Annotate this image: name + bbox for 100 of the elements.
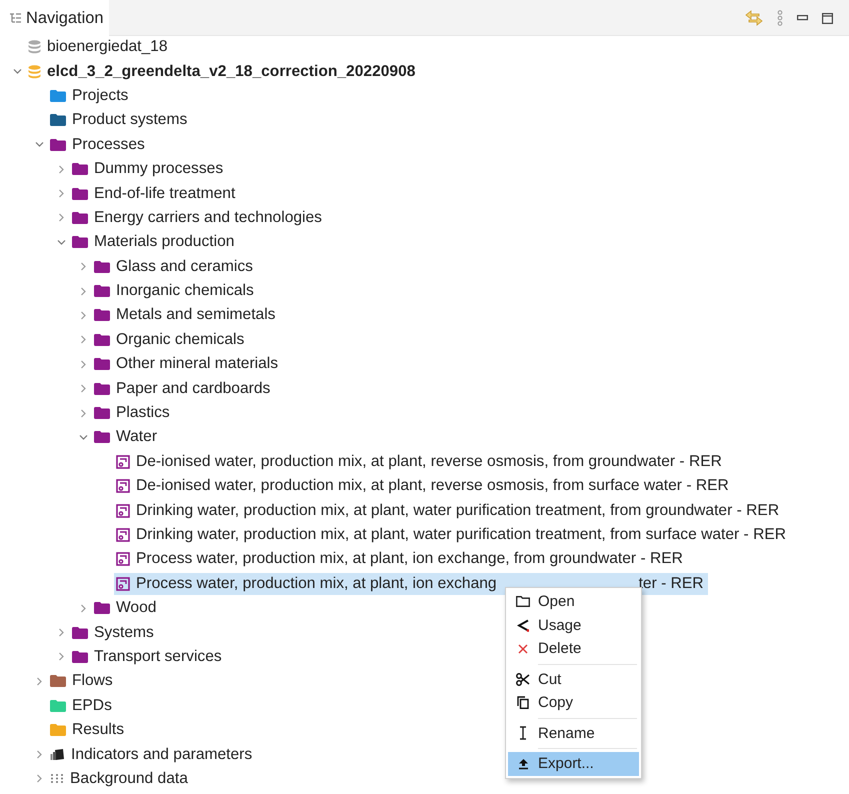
minimize-icon[interactable] xyxy=(797,15,808,21)
tree-item[interactable]: De-ionised water, production mix, at plant, reverse osmosis, from groundwater - RER xyxy=(114,450,726,473)
item-label: Paper and cardboards xyxy=(116,380,270,398)
collapsed-chevron-icon[interactable] xyxy=(78,604,88,613)
tree-item[interactable]: Processes xyxy=(48,134,149,156)
tree-item[interactable]: bioenergiedat_18 xyxy=(26,36,172,58)
menu-item[interactable]: Rename xyxy=(508,722,639,745)
folder-outline-icon xyxy=(516,596,530,608)
item-label: De-ionised water, production mix, at plant, reverse osmosis, from surface water - RER xyxy=(136,477,729,496)
menu-item[interactable]: Copy xyxy=(508,691,639,714)
tree-item[interactable]: Water xyxy=(92,426,162,448)
tree-item[interactable]: Energy carriers and technologies xyxy=(70,206,326,229)
expanded-chevron-icon[interactable] xyxy=(78,432,88,442)
tree-item[interactable]: Plastics xyxy=(92,402,174,424)
collapsed-chevron-icon[interactable] xyxy=(78,408,88,418)
item-label: Organic chemicals xyxy=(116,330,244,349)
item-label: Water xyxy=(116,428,158,446)
tree-item[interactable]: Background data xyxy=(48,768,192,790)
close-x-icon xyxy=(518,644,528,654)
tree-item[interactable]: Results xyxy=(48,719,128,742)
collapsed-chevron-icon[interactable] xyxy=(78,384,88,394)
item-label: bioenergiedat_18 xyxy=(47,38,168,56)
tree-item[interactable]: Glass and ceramics xyxy=(92,256,257,278)
tree-item[interactable]: Process water, production mix, at plant, ion exchang ter - RER xyxy=(114,572,708,595)
item-label: Metals and semimetals xyxy=(116,306,276,324)
collapsed-chevron-icon[interactable] xyxy=(56,628,66,638)
item-label: Flows xyxy=(72,672,113,690)
tree-icon xyxy=(10,13,21,23)
sync-arrows-icon[interactable] xyxy=(745,10,763,26)
menu-item[interactable]: Usage xyxy=(508,614,639,637)
collapsed-chevron-icon[interactable] xyxy=(78,310,88,320)
item-label: End-of-life treatment xyxy=(94,184,236,203)
tree-item[interactable]: Flows xyxy=(48,670,117,692)
item-label: Drinking water, production mix, at plant, water purification treatment, from groundwater - RER xyxy=(136,502,780,520)
tree-item[interactable]: Metals and semimetals xyxy=(92,304,280,326)
tree-item[interactable]: Systems xyxy=(70,622,158,644)
process-gear-icon xyxy=(116,504,130,518)
tree-item[interactable]: Process water, production mix, at plant, ion exchange, from groundwater - RER xyxy=(114,548,687,570)
item-label: ter - RER xyxy=(638,574,704,593)
collapsed-chevron-icon[interactable] xyxy=(56,164,66,174)
collapsed-chevron-icon[interactable] xyxy=(78,286,88,296)
item-label: Process water, production mix, at plant, ion exchange, from groundwater - RER xyxy=(136,550,683,568)
process-gear-icon xyxy=(116,454,130,469)
tree-item[interactable]: Dummy processes xyxy=(70,158,228,180)
upload-arrow-icon xyxy=(518,758,528,770)
tree-item[interactable]: Indicators and parameters xyxy=(48,744,256,766)
process-gear-icon xyxy=(116,528,130,542)
tree-item[interactable]: Other mineral materials xyxy=(92,353,282,376)
tree-item[interactable]: Materials production xyxy=(70,231,238,254)
collapsed-chevron-icon[interactable] xyxy=(78,335,88,344)
process-gear-icon xyxy=(116,576,130,591)
item-label: Materials production xyxy=(94,233,234,252)
tree-item[interactable]: Product systems xyxy=(48,109,192,132)
scissors-icon xyxy=(516,672,530,686)
item-label: Energy carriers and technologies xyxy=(94,208,322,227)
collapsed-chevron-icon[interactable] xyxy=(34,750,44,760)
menu-item[interactable]: Delete xyxy=(508,637,639,660)
more-options-icon[interactable] xyxy=(777,10,783,26)
item-label: elcd_3_2_greendelta_v2_18_correction_20220908 xyxy=(47,62,416,81)
tree-item[interactable]: Inorganic chemicals xyxy=(92,280,258,302)
share-icon xyxy=(517,618,529,632)
process-gear-icon xyxy=(116,552,130,566)
navigation-tab[interactable]: Navigation xyxy=(0,0,110,36)
collapsed-chevron-icon[interactable] xyxy=(78,262,88,272)
collapsed-chevron-icon[interactable] xyxy=(56,213,66,222)
expanded-chevron-icon[interactable] xyxy=(56,238,66,247)
expanded-chevron-icon[interactable] xyxy=(12,67,22,76)
tree-item[interactable]: Organic chemicals xyxy=(92,328,248,351)
tree-item[interactable]: Drinking water, production mix, at plant, water purification treatment, from surface water - RER xyxy=(114,524,790,546)
collapsed-chevron-icon[interactable] xyxy=(56,189,66,198)
item-label: Transport services xyxy=(94,648,222,666)
item-label: Dummy processes xyxy=(94,160,224,178)
item-label: Results xyxy=(72,721,124,740)
tree-item[interactable]: Projects xyxy=(48,84,132,107)
menu-item[interactable]: Cut xyxy=(508,668,639,691)
text-cursor-icon xyxy=(519,726,527,740)
item-label: Plastics xyxy=(116,404,170,422)
item-label: De-ionised water, production mix, at plant, reverse osmosis, from groundwater - RER xyxy=(136,452,722,471)
item-label: Process water, production mix, at plant, ion exchang xyxy=(136,574,497,593)
collapsed-chevron-icon[interactable] xyxy=(34,774,44,784)
tree-item[interactable]: Transport services xyxy=(70,646,226,668)
tree-item[interactable]: Paper and cardboards xyxy=(92,378,274,400)
collapsed-chevron-icon[interactable] xyxy=(34,676,44,686)
tree-item[interactable]: End-of-life treatment xyxy=(70,182,240,205)
item-label: Background data xyxy=(70,770,188,788)
menu-item[interactable]: Export... xyxy=(508,752,639,776)
tree-item[interactable]: elcd_3_2_greendelta_v2_18_correction_20220908 xyxy=(26,60,420,83)
tree-item[interactable]: EPDs xyxy=(48,694,116,717)
item-label: Processes xyxy=(72,136,145,154)
item-label: Systems xyxy=(94,624,154,642)
tree-item[interactable]: De-ionised water, production mix, at plant, reverse osmosis, from surface water - RER xyxy=(114,475,733,498)
item-label: Projects xyxy=(72,86,128,105)
maximize-icon[interactable] xyxy=(822,12,833,24)
collapsed-chevron-icon[interactable] xyxy=(78,360,88,369)
item-label: Other mineral materials xyxy=(116,355,278,374)
tree-item[interactable]: Drinking water, production mix, at plant, water purification treatment, from groundwater - RER xyxy=(114,500,784,522)
expanded-chevron-icon[interactable] xyxy=(34,140,44,150)
collapsed-chevron-icon[interactable] xyxy=(56,652,66,662)
tree-item[interactable]: Wood xyxy=(92,597,160,620)
item-label: Wood xyxy=(116,599,156,618)
